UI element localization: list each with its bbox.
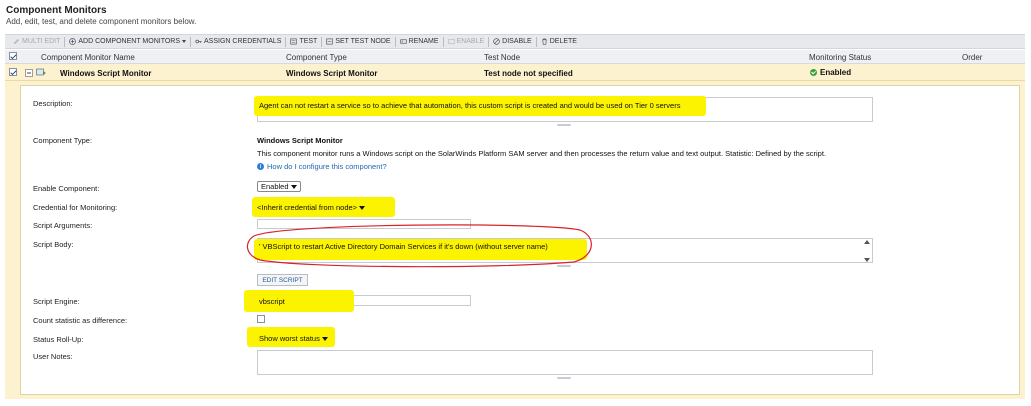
resize-handle[interactable]	[557, 124, 571, 126]
resize-handle[interactable]	[557, 377, 571, 379]
status-rollup-select[interactable]: Show worst status	[259, 334, 328, 343]
chevron-down-icon	[290, 184, 297, 189]
page-subtitle: Add, edit, test, and delete component mo…	[6, 17, 197, 26]
user-notes-label: User Notes:	[33, 352, 73, 361]
disable-button[interactable]: Disable	[489, 38, 536, 45]
scroll-up-icon[interactable]	[863, 240, 870, 244]
scroll-down-icon[interactable]	[863, 258, 870, 262]
node-icon	[326, 38, 333, 45]
count-statistic-label: Count statistic as difference:	[33, 316, 128, 325]
column-header-type[interactable]: Component Type	[286, 53, 347, 62]
column-header-test-node[interactable]: Test Node	[484, 53, 520, 62]
row-component-type: Windows Script Monitor	[286, 69, 378, 78]
row-checkbox[interactable]	[9, 68, 17, 76]
enable-component-select[interactable]: Enabled	[257, 181, 301, 192]
delete-button[interactable]: Delete	[537, 38, 581, 45]
test-button[interactable]: Test	[286, 38, 321, 45]
add-component-monitors-button[interactable]: Add Component Monitors	[65, 38, 190, 45]
user-notes-textarea[interactable]	[257, 350, 873, 375]
column-header-name[interactable]: Component Monitor Name	[41, 53, 135, 62]
assign-credentials-button[interactable]: Assign Credentials	[191, 38, 285, 45]
status-rollup-label: Status Roll-Up:	[33, 335, 84, 344]
page-title: Component Monitors	[6, 5, 107, 16]
row-monitor-name: Windows Script Monitor	[60, 69, 152, 78]
info-icon: i	[257, 163, 264, 170]
multi-edit-button[interactable]: Multi Edit	[9, 38, 64, 45]
key-icon	[195, 39, 202, 44]
component-type-label: Component Type:	[33, 136, 93, 145]
collapse-icon[interactable]	[25, 69, 33, 77]
table-row[interactable]: Windows Script Monitor Windows Script Mo…	[5, 64, 1025, 81]
component-type-value: Windows Script Monitor	[257, 136, 343, 145]
chevron-down-icon	[321, 336, 328, 341]
script-engine-value: vbscript	[259, 297, 285, 306]
row-monitoring-status: Enabled	[810, 68, 851, 77]
description-label: Description:	[33, 99, 73, 108]
credential-label: Credential for Monitoring:	[33, 203, 118, 212]
check-circle-icon	[810, 69, 817, 76]
help-link[interactable]: i How do I configure this component?	[257, 162, 387, 171]
script-body-label: Script Body:	[33, 240, 74, 249]
column-header-order[interactable]: Order	[962, 53, 982, 62]
add-circle-icon	[69, 38, 77, 45]
row-test-node: Test node not specified	[484, 69, 573, 78]
enable-button[interactable]: Enable	[444, 38, 489, 45]
script-arguments-label: Script Arguments:	[33, 221, 93, 230]
rename-icon	[399, 39, 407, 44]
component-type-description: This component monitor runs a Windows sc…	[257, 149, 827, 158]
toolbar: Multi Edit Add Component Monitors Assign…	[5, 34, 1025, 49]
script-engine-label: Script Engine:	[33, 297, 80, 306]
rename-button[interactable]: Rename	[396, 38, 443, 45]
chevron-down-icon	[182, 40, 187, 43]
script-body-scrollbar[interactable]	[862, 240, 871, 262]
credential-select[interactable]: <Inherit credential from node>	[257, 203, 366, 212]
edit-script-button[interactable]: Edit Script	[257, 274, 308, 286]
set-test-node-button[interactable]: Set Test Node	[322, 38, 394, 45]
column-header-status[interactable]: Monitoring Status	[809, 53, 871, 62]
trash-icon	[542, 38, 547, 45]
annotation-circle	[246, 224, 592, 268]
chevron-down-icon	[359, 205, 366, 210]
script-monitor-icon	[36, 68, 46, 76]
enable-component-label: Enable Component:	[33, 184, 100, 193]
pencil-icon	[13, 38, 20, 45]
table-header: Component Monitor Name Component Type Te…	[5, 50, 1025, 64]
test-list-icon	[290, 38, 298, 45]
select-all-checkbox[interactable]	[9, 52, 17, 60]
count-statistic-checkbox[interactable]	[257, 315, 265, 323]
disable-icon	[493, 38, 500, 45]
description-value: Agent can not restart a service so to ac…	[259, 101, 681, 110]
enable-icon	[447, 38, 455, 45]
